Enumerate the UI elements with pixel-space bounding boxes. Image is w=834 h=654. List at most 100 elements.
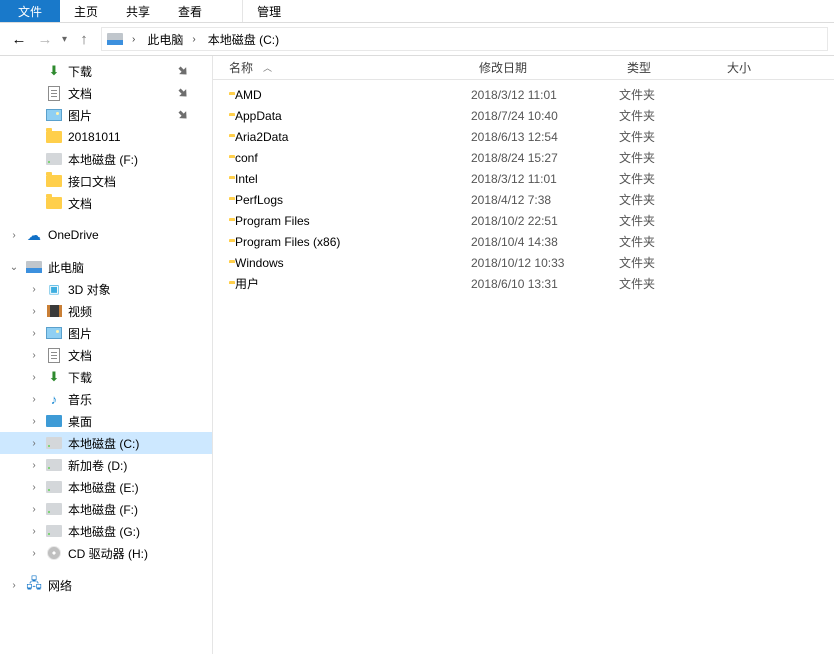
file-row[interactable]: AppData2018/7/24 10:40文件夹 [213,105,834,126]
file-date: 2018/7/24 10:40 [471,109,619,123]
nav-history-dropdown[interactable]: ▾ [58,34,71,45]
expand-icon[interactable]: › [8,580,20,591]
file-row[interactable]: Program Files (x86) 2018/10/4 14:38文件夹 [213,231,834,252]
quick-access-item[interactable]: 图片 [0,104,212,126]
expand-icon[interactable]: › [28,526,40,537]
quick-access-item[interactable]: 文档 [0,192,212,214]
expand-icon[interactable]: › [28,504,40,515]
tree-item-label: 下载 [68,369,92,386]
file-date: 2018/10/2 22:51 [471,214,619,228]
file-type: 文件夹 [619,128,719,145]
network-icon: 🖧 [26,577,42,593]
nav-up-button[interactable]: ↑ [71,26,97,52]
file-name: Program Files (x86) [235,235,340,249]
tab-file[interactable]: 文件 [0,0,60,22]
drive-icon [46,457,62,473]
column-type[interactable]: 类型 [619,59,719,76]
thispc-child[interactable]: ›⬇下载 [0,366,212,388]
expand-icon[interactable]: › [28,372,40,383]
expand-icon[interactable]: › [28,548,40,559]
tab-share[interactable]: 共享 [112,0,164,22]
expand-icon[interactable]: › [28,482,40,493]
file-type: 文件夹 [619,233,719,250]
expand-icon[interactable]: › [28,328,40,339]
sidebar-onedrive[interactable]: ›☁OneDrive [0,224,212,246]
file-date: 2018/3/12 11:01 [471,88,619,102]
expand-icon[interactable]: › [28,416,40,427]
expand-icon[interactable]: › [28,394,40,405]
file-type: 文件夹 [619,254,719,271]
sort-caret-icon: ︿ [263,61,272,74]
nav-back-button[interactable]: ← [6,26,32,52]
thispc-child[interactable]: ›本地磁盘 (E:) [0,476,212,498]
file-row[interactable]: 用户2018/6/10 13:31文件夹 [213,273,834,294]
tab-home[interactable]: 主页 [60,0,112,22]
file-row[interactable]: Program Files2018/10/2 22:51文件夹 [213,210,834,231]
sidebar-network[interactable]: ›🖧网络 [0,574,212,596]
tab-view[interactable]: 查看 [164,0,216,22]
quick-access-item[interactable]: 20181011 [0,126,212,148]
thispc-child[interactable]: ›图片 [0,322,212,344]
quick-access-item[interactable]: 文档 [0,82,212,104]
expand-icon[interactable]: › [28,306,40,317]
file-name: PerfLogs [235,193,283,207]
column-headers: 名称 ︿ 修改日期 类型 大小 [213,56,834,80]
file-date: 2018/8/24 15:27 [471,151,619,165]
file-row[interactable]: Windows 2018/10/12 10:33文件夹 [213,252,834,273]
expand-icon[interactable]: › [28,350,40,361]
thispc-child[interactable]: › CD 驱动器 (H:) [0,542,212,564]
quick-access-item[interactable]: 本地磁盘 (F:) [0,148,212,170]
file-name: Windows [235,256,284,270]
thispc-child[interactable]: ›▣3D 对象 [0,278,212,300]
column-name[interactable]: 名称 ︿ [213,59,471,76]
expand-icon[interactable]: › [8,230,20,241]
address-bar[interactable]: › 此电脑› 本地磁盘 (C:) [101,27,828,51]
sidebar-this-pc[interactable]: ⌄此电脑 [0,256,212,278]
thispc-child[interactable]: ›视频 [0,300,212,322]
thispc-child[interactable]: ›本地磁盘 (F:) [0,498,212,520]
expand-icon[interactable]: › [28,460,40,471]
file-type: 文件夹 [619,212,719,229]
file-row[interactable]: PerfLogs2018/4/12 7:38文件夹 [213,189,834,210]
desktop-icon [46,413,62,429]
file-date: 2018/10/4 14:38 [471,235,619,249]
tree-item-label: CD 驱动器 (H:) [68,545,148,562]
tree-item-label: 桌面 [68,413,92,430]
thispc-child[interactable]: ›本地磁盘 (C:) [0,432,212,454]
breadcrumb-root[interactable]: › [104,33,144,45]
expand-icon[interactable]: › [28,284,40,295]
nav-forward-button[interactable]: → [32,26,58,52]
tree-item-label: 音乐 [68,391,92,408]
tree-item-label: 本地磁盘 (F:) [68,151,138,168]
tab-manage[interactable]: 管理 [242,0,295,22]
drive-icon [46,501,62,517]
file-row[interactable]: Aria2Data2018/6/13 12:54文件夹 [213,126,834,147]
thispc-child[interactable]: › ♪ 音乐 [0,388,212,410]
drive-icon [46,523,62,539]
3d-objects-icon: ▣ [46,281,62,297]
thispc-child[interactable]: › 新加卷 (D:) [0,454,212,476]
quick-access-item[interactable]: ⬇下载 [0,60,212,82]
breadcrumb-item-thispc[interactable]: 此电脑› [144,31,204,48]
file-name: conf [235,151,258,165]
thispc-child[interactable]: ›本地磁盘 (G:) [0,520,212,542]
music-icon: ♪ [46,391,62,407]
file-type: 文件夹 [619,149,719,166]
column-date[interactable]: 修改日期 [471,59,619,76]
chevron-right-icon: › [186,34,201,45]
column-size[interactable]: 大小 [719,59,834,76]
expand-icon[interactable]: › [28,438,40,449]
file-date: 2018/10/12 10:33 [471,256,619,270]
file-row[interactable]: AMD2018/3/12 11:01文件夹 [213,84,834,105]
navigation-bar: ← → ▾ ↑ › 此电脑› 本地磁盘 (C:) [0,23,834,56]
file-row[interactable]: conf 2018/8/24 15:27文件夹 [213,147,834,168]
quick-access-item[interactable]: 接口文档 [0,170,212,192]
download-icon: ⬇ [46,63,62,79]
tree-item-label: 新加卷 (D:) [68,457,127,474]
thispc-child[interactable]: › 桌面 [0,410,212,432]
expand-icon[interactable]: ⌄ [8,262,20,273]
tree-item-label: 文档 [68,85,92,102]
file-row[interactable]: Intel2018/3/12 11:01文件夹 [213,168,834,189]
breadcrumb-item-drive-c[interactable]: 本地磁盘 (C:) [205,31,282,48]
thispc-child[interactable]: ›文档 [0,344,212,366]
